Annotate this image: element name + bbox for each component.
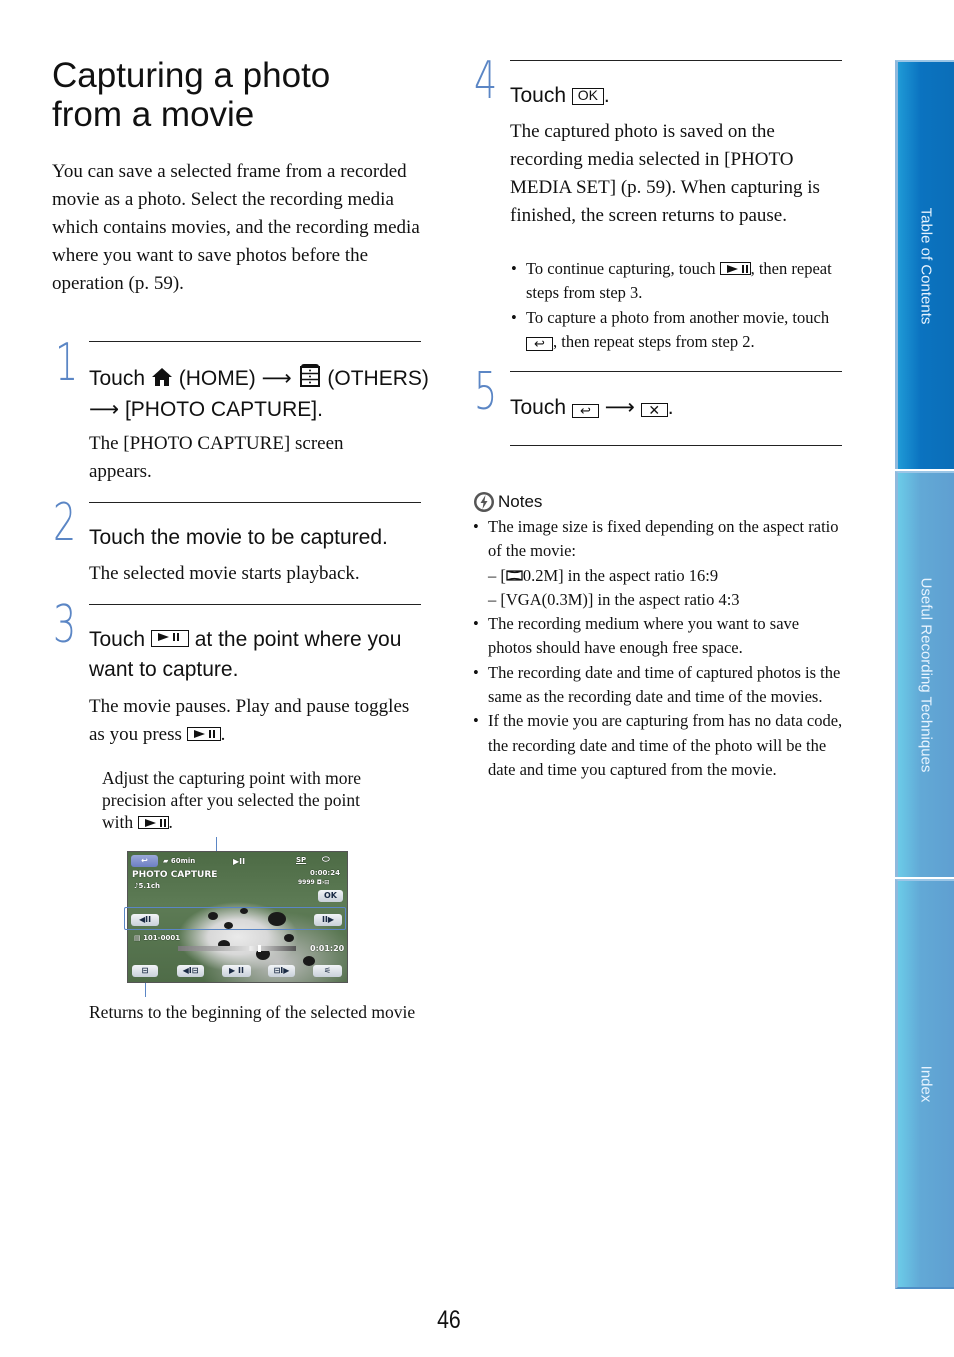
- callout-return-beginning: Returns to the beginning of the selected…: [89, 1002, 416, 1022]
- bullet-item: To continue capturing, touch , then repe…: [511, 257, 836, 306]
- bullet-item: To capture a photo from another movie, t…: [511, 306, 836, 355]
- play-pause-status-icon: ▶II: [233, 857, 246, 866]
- return-button[interactable]: ↩: [131, 855, 158, 867]
- note-subitem: – [VGA(0.3M)] in the aspect ratio 4:3: [488, 589, 740, 609]
- quality-mode: SP: [296, 856, 307, 864]
- others-label: (OTHERS): [327, 367, 429, 390]
- note-item: If the movie you are capturing from has …: [473, 709, 845, 782]
- sidebar-tab-index[interactable]: Index: [895, 879, 954, 1289]
- title-line-2: from a movie: [52, 95, 255, 134]
- previous-scene-button[interactable]: ◀I⊟: [177, 965, 204, 977]
- arrow-right-icon: ⟶: [261, 366, 292, 390]
- notes-list: The image size is fixed depending on the…: [473, 515, 845, 782]
- tab-label: Useful Recording Techniques: [917, 577, 935, 773]
- others-icon: [299, 364, 320, 387]
- tab-label: Table of Contents: [917, 207, 935, 324]
- playback-progress-bar[interactable]: [178, 945, 296, 952]
- step-number: 3: [53, 595, 77, 655]
- sidebar-tab-table-of-contents[interactable]: Table of Contents: [895, 60, 954, 469]
- note-subitem: – [0.2M] in the aspect ratio 16:9: [488, 565, 719, 585]
- page-title: Capturing a photo from a movie: [52, 56, 442, 134]
- divider: [510, 371, 842, 372]
- play-pause-button[interactable]: ▶ II: [222, 965, 251, 977]
- notes-heading: Notes: [473, 490, 542, 514]
- next-scene-button[interactable]: ⊟I▶: [268, 965, 295, 977]
- battery-indicator: ▰ 60min: [163, 857, 196, 865]
- time-counter-top: 0:00:24: [310, 869, 340, 877]
- play-pause-icon: [137, 816, 169, 829]
- ok-button[interactable]: OK: [318, 890, 343, 902]
- step-body: The selected movie starts playback.: [89, 563, 360, 584]
- home-icon: [151, 368, 172, 386]
- arrow-right-icon: ⟶: [604, 395, 635, 419]
- divider: [89, 341, 421, 342]
- divider: [510, 445, 842, 446]
- title-line-1: Capturing a photo: [52, 56, 331, 95]
- intro-paragraph: You can save a selected frame from a rec…: [52, 161, 420, 294]
- home-label: (HOME): [178, 367, 256, 390]
- step-number: 4: [474, 51, 498, 111]
- close-icon: ✕: [640, 403, 668, 417]
- touch-text: Touch: [89, 628, 146, 651]
- sidebar-tab-useful-recording-techniques[interactable]: Useful Recording Techniques: [895, 471, 954, 877]
- punct: .: [603, 84, 610, 107]
- note-item: The image size is fixed depending on the…: [473, 515, 845, 612]
- step-number: 1: [55, 333, 79, 393]
- ok-icon: OK: [571, 88, 604, 105]
- step-heading: Touch ↩ ⟶ ✕.: [510, 392, 840, 423]
- touch-text: Touch: [89, 367, 146, 390]
- screen-title: PHOTO CAPTURE: [132, 870, 218, 880]
- body-text: The movie pauses. Play and pause toggles…: [89, 696, 410, 745]
- step-body: The captured photo is saved on the recor…: [510, 121, 820, 226]
- play-pause-icon: [719, 262, 751, 275]
- note-item: The recording medium where you want to s…: [473, 612, 845, 661]
- notes-warning-icon: [474, 492, 494, 512]
- option-button[interactable]: ⚟: [313, 965, 342, 977]
- step-heading: Touch the movie to be captured.: [89, 526, 388, 549]
- step-body: The movie pauses. Play and pause toggles…: [89, 693, 419, 749]
- frame-adjust-highlight: [124, 907, 346, 930]
- step-4-bullets: To continue capturing, touch , then repe…: [511, 257, 836, 354]
- step-heading: Touch OK.: [510, 81, 840, 111]
- arrow-right-icon: ⟶: [89, 397, 120, 421]
- play-pause-icon: [150, 630, 189, 647]
- punct: .: [220, 724, 226, 745]
- touch-text: Touch: [510, 84, 567, 107]
- step-body: The [PHOTO CAPTURE] screen appears.: [89, 433, 344, 482]
- audio-indicator: ♪5.1ch: [134, 882, 161, 890]
- progress-marker[interactable]: [258, 945, 262, 952]
- return-to-beginning-button[interactable]: ⊟: [132, 965, 158, 977]
- step-heading: Touch at the point where you want to cap…: [89, 625, 424, 685]
- note-item: The recording date and time of captured …: [473, 661, 845, 710]
- step-number: 2: [53, 493, 77, 553]
- return-icon: ↩: [571, 404, 599, 418]
- folder-number: ▤ 101-0001: [134, 934, 181, 942]
- divider: [89, 604, 421, 605]
- divider: [510, 60, 842, 61]
- tab-label: Index: [917, 1065, 935, 1103]
- play-pause-icon: [186, 727, 221, 741]
- time-counter-bottom: 0:01:20: [310, 944, 345, 953]
- remaining-photos: 9999 ◘›⊟: [298, 879, 330, 886]
- return-icon: ↩: [526, 336, 553, 351]
- page-number: 46: [437, 1306, 461, 1334]
- wide-aspect-icon: [506, 569, 523, 581]
- photo-capture-label: [PHOTO CAPTURE].: [124, 398, 323, 421]
- punct: .: [667, 396, 674, 419]
- media-icon: ⬭: [322, 855, 330, 865]
- divider: [89, 502, 421, 503]
- notes-title: Notes: [498, 492, 543, 511]
- step-number: 5: [474, 362, 498, 422]
- step-heading: Touch (HOME) ⟶ (OTHERS) ⟶ [PHOTO CAPTURE…: [89, 363, 429, 425]
- touch-text: Touch: [510, 396, 567, 419]
- punct: .: [168, 812, 173, 832]
- callout-adjust: Adjust the capturing point with more pre…: [102, 767, 372, 833]
